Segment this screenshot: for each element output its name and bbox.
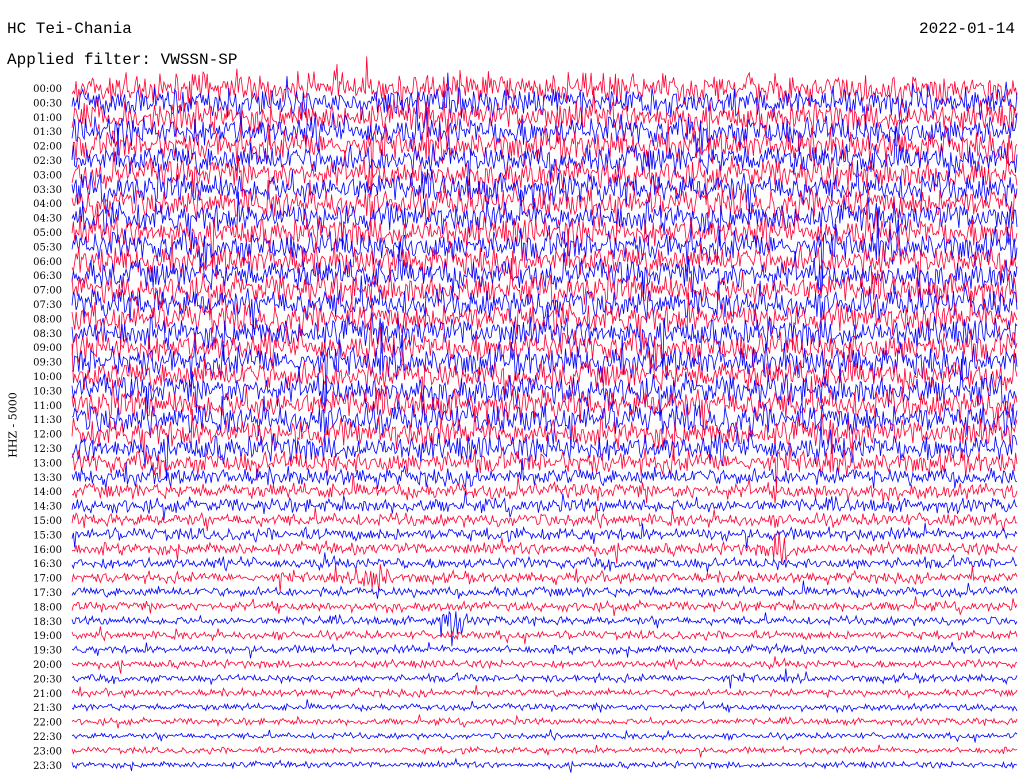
trace-1800 [71,596,1018,617]
time-label: 00:30 [33,98,62,109]
trace-1600 [71,531,1018,565]
time-label: 02:00 [33,142,62,153]
time-label: 14:00 [33,487,62,498]
trace-1730 [71,580,1018,599]
trace-1530 [71,522,1018,548]
time-label: 17:30 [33,588,62,599]
trace-1930 [71,641,1018,659]
time-label-group: 00:00 00:30 01:00 01:30 02:00 02:30 03:00 03:30… [33,84,62,772]
time-label: 01:00 [33,113,62,124]
time-label: 09:30 [33,358,62,369]
time-label: 23:30 [33,761,62,772]
trace-2330 [71,757,1018,773]
time-label: 23:00 [33,746,62,757]
time-label: 21:00 [33,689,62,700]
time-label: 11:00 [33,401,62,412]
trace-1300 [71,433,1018,492]
time-label: 15:30 [33,530,62,541]
time-label: 03:30 [33,185,62,196]
trace-2230 [71,729,1018,743]
trace-2030 [71,668,1018,689]
time-label: 12:00 [33,430,62,441]
time-label: 10:30 [33,386,62,397]
time-label: 17:00 [33,574,62,585]
time-label: 03:00 [33,170,62,181]
trace-2300 [71,744,1018,758]
time-label: 19:00 [33,631,62,642]
time-label: 15:00 [33,516,62,527]
time-label: 18:30 [33,617,62,628]
time-label: 20:30 [33,674,62,685]
time-label: 01:30 [33,127,62,138]
trace-1430 [71,490,1018,521]
time-label: 22:00 [33,718,62,729]
time-label: 05:00 [33,228,62,239]
time-label: 07:30 [33,300,62,311]
time-label: 18:00 [33,602,62,613]
time-label: 06:30 [33,271,62,282]
time-label: 22:30 [33,732,62,743]
time-label: 07:00 [33,286,62,297]
trace-2200 [71,714,1018,729]
time-label: 09:00 [33,343,62,354]
time-label: 04:30 [33,214,62,225]
seismogram-plot: 00:00 00:30 01:00 01:30 02:00 02:30 03:00 03:30… [33,56,1018,773]
time-label: 13:30 [33,473,62,484]
time-label: 06:00 [33,257,62,268]
time-label: 05:30 [33,242,62,253]
trace-group [71,56,1018,773]
time-label: 13:00 [33,458,62,469]
trace-2000 [71,656,1018,674]
time-label: 21:30 [33,703,62,714]
time-label: 08:00 [33,314,62,325]
time-label: 08:30 [33,329,62,340]
trace-2130 [71,699,1018,714]
time-label: 16:00 [33,545,62,556]
trace-2100 [71,684,1018,700]
time-label: 20:00 [33,660,62,671]
time-label: 04:00 [33,199,62,210]
time-label: 16:30 [33,559,62,570]
time-label: 02:30 [33,156,62,167]
trace-1630 [71,552,1018,573]
time-label: 14:30 [33,502,62,513]
time-label: 12:30 [33,444,62,455]
trace-1900 [71,626,1018,645]
time-label: 11:30 [33,415,62,426]
time-label: 19:30 [33,646,62,657]
time-label: 00:00 [33,84,62,95]
time-label: 10:00 [33,372,62,383]
trace-1830 [71,610,1018,647]
